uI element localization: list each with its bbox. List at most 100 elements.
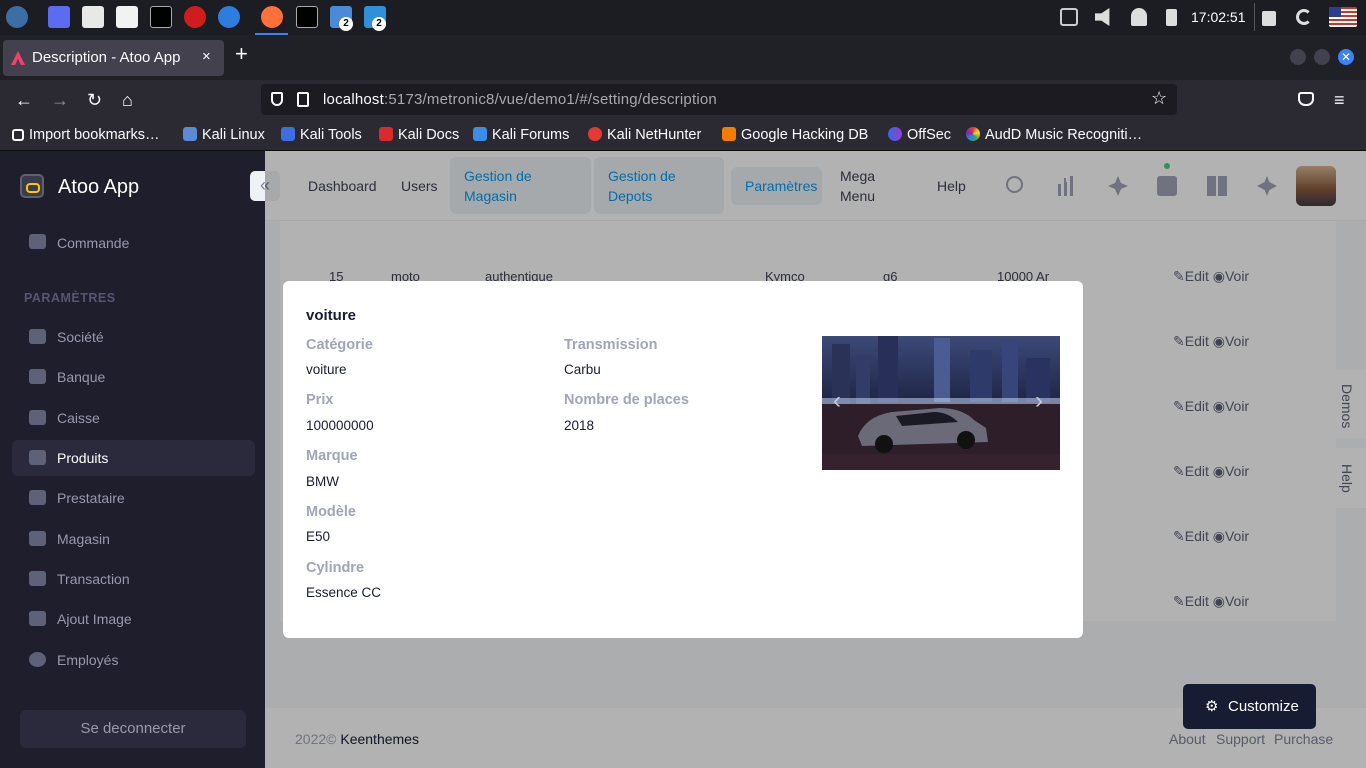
wallet-icon (29, 410, 46, 425)
minimize-button[interactable] (1290, 49, 1306, 65)
kali-dragon-icon (183, 127, 197, 141)
task-badge: 2 (339, 17, 353, 31)
import-icon (12, 129, 24, 141)
home-icon[interactable]: ⌂ (122, 90, 133, 110)
kali-docs-icon (379, 127, 393, 141)
bookmark-import[interactable]: Import bookmarks… (12, 127, 160, 143)
browser-icon[interactable] (218, 6, 240, 28)
bookmark-google-hacking-db[interactable]: Google Hacking DB (722, 127, 868, 143)
logout-icon[interactable] (1296, 9, 1312, 25)
logout-button[interactable]: Se deconnecter (20, 710, 246, 748)
files-icon[interactable] (82, 6, 104, 28)
bookmark-label: Kali Tools (300, 127, 362, 143)
sidebar-item-banque[interactable]: Banque (12, 359, 255, 395)
firefox-task[interactable] (255, 0, 288, 35)
sidebar-item-prestataire[interactable]: Prestataire (12, 480, 255, 516)
sidebar-item-ajout-image[interactable]: Ajout Image (12, 601, 255, 637)
sidebar-item-transaction[interactable]: Transaction (12, 561, 255, 597)
forward-icon[interactable]: → (51, 90, 69, 110)
user-icon (29, 652, 46, 667)
sidebar-item-label: Commande (57, 235, 130, 251)
battery-icon[interactable] (1166, 9, 1177, 26)
prix-value: 100000000 (306, 418, 374, 433)
transmission-label: Transmission (564, 337, 658, 353)
app-logo-icon[interactable] (20, 174, 44, 198)
desktop-icon[interactable] (48, 6, 70, 28)
screen-icon[interactable] (1060, 8, 1078, 26)
sidebar-item-label: Société (57, 329, 104, 345)
kali-forums-icon (473, 127, 487, 141)
sidebar-item-societe[interactable]: Société (12, 319, 255, 355)
fingerprint-icon (29, 490, 46, 505)
grid-icon (29, 450, 46, 465)
us-flag-icon[interactable] (1329, 7, 1357, 27)
audd-icon (966, 127, 980, 141)
categorie-value: voiture (306, 362, 347, 377)
back-icon[interactable]: ← (15, 90, 33, 110)
new-tab-button[interactable]: + (235, 43, 248, 65)
image-carousel[interactable]: ‹ › (822, 336, 1060, 470)
cylindre-label: Cylindre (306, 560, 365, 576)
sidebar-item-label: Produits (57, 450, 109, 466)
kali-tools-icon (281, 127, 295, 141)
app-name[interactable]: Atoo App (58, 176, 139, 199)
bookmark-kali-docs[interactable]: Kali Docs (379, 127, 459, 143)
card-icon (29, 369, 46, 384)
sidebar-item-commande[interactable]: Commande (12, 224, 255, 260)
carousel-next-icon[interactable]: › (1035, 389, 1043, 413)
sidebar-item-label: Prestataire (57, 490, 125, 506)
pocket-icon[interactable] (1298, 92, 1314, 106)
firefox-icon (261, 6, 283, 28)
bookmark-label: Kali Docs (398, 127, 460, 143)
carousel-prev-icon[interactable]: ‹ (833, 389, 841, 413)
bookmark-kali-tools[interactable]: Kali Tools (281, 127, 362, 143)
sidebar-item-label: Employés (57, 652, 119, 668)
tab-close-button[interactable]: × (202, 48, 211, 65)
bookmark-label: Kali Linux (202, 127, 265, 143)
url-host: localhost (323, 91, 385, 108)
exploit-db-icon (722, 127, 736, 141)
volume-icon[interactable] (1095, 8, 1110, 26)
product-detail-modal: voiture Catégorie voiture Prix 100000000… (283, 281, 1083, 638)
kali-menu-icon[interactable] (6, 6, 28, 28)
sidebar-item-label: Magasin (57, 531, 110, 547)
maximize-button[interactable] (1314, 49, 1330, 65)
store-icon (29, 531, 46, 546)
bookmark-audd[interactable]: AudD Music Recogniti… (966, 127, 1142, 143)
transmission-value: Carbu (564, 362, 601, 377)
clock[interactable]: 17:02:51 (1191, 9, 1246, 25)
sidebar-item-employes[interactable]: Employés (12, 642, 255, 678)
sidebar-section-heading: PARAMÈTRES (24, 291, 116, 305)
lock-icon[interactable] (1262, 11, 1276, 26)
bookmark-offsec[interactable]: OffSec (888, 127, 951, 143)
modal-title: voiture (306, 307, 357, 324)
opera-icon[interactable] (184, 6, 206, 28)
cart-icon (29, 234, 46, 249)
hamburger-menu-icon[interactable]: ≡ (1334, 90, 1345, 110)
shield-icon[interactable] (271, 92, 283, 106)
address-bar[interactable]: localhost:5173/metronic8/vue/demo1/#/set… (261, 84, 1177, 115)
text-editor-icon[interactable] (116, 6, 138, 28)
bookmark-label: Google Hacking DB (741, 127, 869, 143)
layers-icon (29, 611, 46, 626)
customize-label: Customize (1228, 698, 1299, 715)
bookmark-kali-forums[interactable]: Kali Forums (473, 127, 569, 143)
sidebar-item-caisse[interactable]: Caisse (12, 400, 255, 436)
close-window-button[interactable]: ✕ (1338, 49, 1354, 65)
terminal-icon[interactable] (150, 6, 172, 28)
bookmark-kali-nethunter[interactable]: Kali NetHunter (588, 127, 701, 143)
bookmark-star-icon[interactable]: ☆ (1151, 88, 1167, 109)
car-photo (822, 336, 1060, 470)
terminal-task-icon[interactable] (296, 6, 318, 28)
bell-icon[interactable] (1131, 8, 1147, 26)
divider (1254, 3, 1255, 31)
customize-button[interactable]: ⚙ Customize (1183, 684, 1316, 729)
bookmark-kali-linux[interactable]: Kali Linux (183, 127, 265, 143)
browser-tab[interactable]: Description - Atoo App × (3, 40, 224, 76)
sidebar-item-magasin[interactable]: Magasin (12, 521, 255, 557)
url-text[interactable]: localhost:5173/metronic8/vue/demo1/#/set… (323, 91, 717, 108)
reload-icon[interactable]: ↻ (87, 90, 102, 110)
sidebar-item-produits[interactable]: Produits (12, 440, 255, 476)
flag-canton (1329, 7, 1341, 17)
sidebar-item-label: Banque (57, 369, 106, 385)
